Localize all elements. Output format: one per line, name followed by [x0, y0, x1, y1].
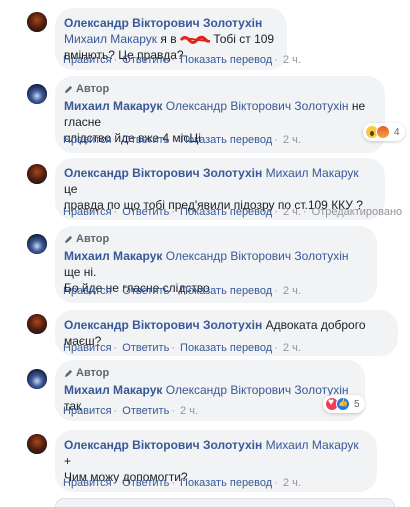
- author-badge: Автор: [64, 233, 367, 246]
- badge-label: Автор: [76, 83, 110, 95]
- avatar[interactable]: [27, 164, 47, 184]
- timestamp[interactable]: 2 ч.: [283, 342, 301, 354]
- avatar[interactable]: [27, 12, 47, 32]
- translate-action[interactable]: Показать перевод: [180, 206, 272, 218]
- timestamp[interactable]: 2 ч.: [283, 54, 301, 66]
- mention-link[interactable]: Олександр Вікторович Золотухін: [166, 99, 349, 113]
- author-badge: Автор: [64, 367, 355, 380]
- avatar[interactable]: [27, 369, 47, 389]
- comment-actions: Нравится · Ответить · Показать перевод · 2 …: [63, 477, 301, 489]
- comment-actions: Нравится · Ответить · Показать перевод · 2 …: [63, 134, 301, 146]
- author-name[interactable]: Олександр Вікторович Золотухін: [64, 166, 262, 180]
- comment-text: +: [64, 454, 72, 468]
- pencil-icon: [64, 85, 73, 94]
- comment-text: я в: [160, 32, 177, 46]
- mention-link[interactable]: Михаил Макарук: [266, 438, 359, 452]
- like-action[interactable]: Нравится: [63, 206, 112, 218]
- reaction-count: 5: [354, 398, 360, 410]
- timestamp[interactable]: 2 ч.: [283, 285, 301, 297]
- like-action[interactable]: Нравится: [63, 477, 112, 489]
- like-action[interactable]: Нравится: [63, 342, 112, 354]
- reaction-count: 4: [394, 126, 400, 138]
- reply-action[interactable]: Ответить: [122, 206, 169, 218]
- author-name[interactable]: Олександр Вікторович Золотухін: [64, 438, 262, 452]
- comment-actions: Нравится · Ответить · Показать перевод · 2 …: [63, 342, 301, 354]
- timestamp[interactable]: 2 ч.: [283, 134, 301, 146]
- mention-link[interactable]: Михаил Макарук: [64, 32, 157, 46]
- mention-link[interactable]: Олександр Вікторович Золотухін: [166, 383, 349, 397]
- translate-action[interactable]: Показать перевод: [180, 134, 272, 146]
- translate-action[interactable]: Показать перевод: [180, 342, 272, 354]
- timestamp[interactable]: 2 ч.: [180, 405, 198, 417]
- angry-icon: [376, 125, 390, 139]
- author-name[interactable]: Олександр Вікторович Золотухін: [64, 16, 262, 30]
- like-action[interactable]: Нравится: [63, 134, 112, 146]
- reply-action[interactable]: Ответить: [122, 342, 169, 354]
- avatar[interactable]: [27, 234, 47, 254]
- reply-action[interactable]: Ответить: [122, 405, 169, 417]
- author-name[interactable]: Михаил Макарук: [64, 383, 162, 397]
- translate-action[interactable]: Показать перевод: [180, 54, 272, 66]
- mention-link[interactable]: Олександр Вікторович Золотухін: [166, 249, 349, 263]
- author-name[interactable]: Михаил Макарук: [64, 249, 162, 263]
- comment-actions: Нравится · Ответить · Показать перевод · 2 …: [63, 54, 301, 66]
- comment-text: ще ні.: [64, 265, 97, 279]
- comment-actions: Нравится · Ответить · 2 ч.: [63, 405, 199, 417]
- edited-label[interactable]: Отредактировано: [312, 206, 403, 218]
- pencil-icon: [64, 235, 73, 244]
- reply-input[interactable]: [55, 498, 395, 507]
- author-name[interactable]: Олександр Вікторович Золотухін: [64, 318, 262, 332]
- translate-action[interactable]: Показать перевод: [180, 285, 272, 297]
- comment-actions: Нравится · Ответить · Показать перевод · 2 …: [63, 285, 301, 297]
- badge-label: Автор: [76, 233, 110, 245]
- avatar[interactable]: [27, 314, 47, 334]
- avatar[interactable]: [27, 84, 47, 104]
- reply-action[interactable]: Ответить: [122, 134, 169, 146]
- like-action[interactable]: Нравится: [63, 285, 112, 297]
- like-action[interactable]: Нравится: [63, 54, 112, 66]
- avatar[interactable]: [27, 434, 47, 454]
- reaction-summary[interactable]: 5: [323, 395, 365, 413]
- reply-action[interactable]: Ответить: [122, 285, 169, 297]
- badge-label: Автор: [76, 367, 110, 379]
- timestamp[interactable]: 2 ч.: [283, 477, 301, 489]
- mention-link[interactable]: Михаил Макарук: [266, 166, 359, 180]
- like-action[interactable]: Нравится: [63, 405, 112, 417]
- comment-text: це: [64, 182, 78, 196]
- comment-actions: Нравится · Ответить · Показать перевод · 2 …: [63, 206, 403, 218]
- author-name[interactable]: Михаил Макарук: [64, 99, 162, 113]
- like-icon: [336, 397, 350, 411]
- reaction-summary[interactable]: 4: [363, 123, 405, 141]
- reply-action[interactable]: Ответить: [122, 477, 169, 489]
- author-badge: Автор: [64, 83, 375, 96]
- redaction-scribble: [179, 32, 211, 44]
- translate-action[interactable]: Показать перевод: [180, 477, 272, 489]
- reply-action[interactable]: Ответить: [122, 54, 169, 66]
- timestamp[interactable]: 2 ч.: [283, 206, 301, 218]
- pencil-icon: [64, 369, 73, 378]
